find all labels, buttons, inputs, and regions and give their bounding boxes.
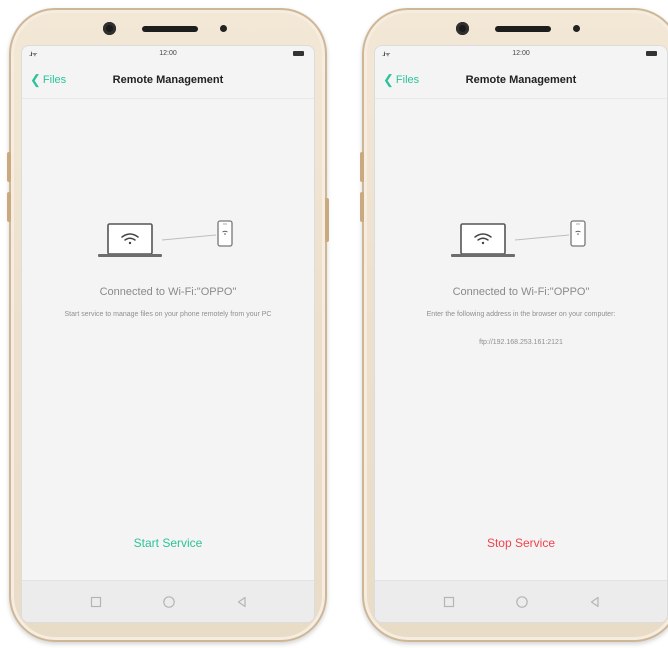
volume-down-button bbox=[360, 192, 364, 222]
nav-bar: ❮ Files Remote Management bbox=[375, 62, 667, 98]
phone-left: ..ıl ᯤ 12:00 ❮ Files Remote Management C… bbox=[7, 8, 329, 642]
back-nav-button[interactable] bbox=[587, 594, 603, 610]
recent-apps-icon bbox=[443, 596, 455, 608]
power-button bbox=[325, 198, 329, 242]
battery-icon bbox=[646, 51, 657, 56]
start-service-button[interactable]: Start Service bbox=[82, 532, 254, 554]
status-time: 12:00 bbox=[159, 50, 177, 57]
home-button[interactable] bbox=[161, 594, 177, 610]
connected-status: Connected to Wi-Fi:"OPPO" bbox=[99, 286, 237, 298]
ftp-address: ftp://192.168.253.161:2121 bbox=[479, 339, 563, 346]
volume-up-button bbox=[7, 152, 11, 182]
service-description: Enter the following address in the brows… bbox=[426, 311, 616, 318]
earpiece-speaker bbox=[495, 26, 551, 32]
home-icon bbox=[516, 596, 528, 608]
phone-right: ..ıl ᯤ 12:00 ❮ Files Remote Management C… bbox=[360, 8, 668, 642]
page-title: Remote Management bbox=[112, 74, 224, 86]
system-navigation-bar bbox=[22, 580, 314, 622]
connection-illustration bbox=[375, 216, 667, 276]
screen: ..ıl ᯤ 12:00 ❮ Files Remote Management C… bbox=[21, 45, 315, 623]
proximity-sensor bbox=[220, 25, 227, 32]
phone-icon bbox=[570, 220, 586, 247]
laptop-icon bbox=[451, 223, 515, 257]
recent-apps-button[interactable] bbox=[441, 594, 457, 610]
front-camera bbox=[103, 22, 116, 35]
front-camera bbox=[456, 22, 469, 35]
stop-service-button[interactable]: Stop Service bbox=[435, 532, 607, 554]
volume-down-button bbox=[7, 192, 11, 222]
back-nav-button[interactable] bbox=[234, 594, 250, 610]
home-icon bbox=[163, 596, 175, 608]
system-navigation-bar bbox=[375, 580, 667, 622]
connection-illustration bbox=[22, 216, 314, 276]
status-bar: ..ıl ᯤ 12:00 bbox=[22, 46, 314, 62]
recent-apps-button[interactable] bbox=[88, 594, 104, 610]
phone-icon bbox=[217, 220, 233, 247]
nav-divider bbox=[375, 98, 667, 99]
volume-up-button bbox=[360, 152, 364, 182]
connected-status: Connected to Wi-Fi:"OPPO" bbox=[452, 286, 590, 298]
back-icon bbox=[237, 596, 246, 608]
home-button[interactable] bbox=[514, 594, 530, 610]
status-time: 12:00 bbox=[512, 50, 530, 57]
nav-divider bbox=[22, 98, 314, 99]
screen: ..ıl ᯤ 12:00 ❮ Files Remote Management C… bbox=[374, 45, 668, 623]
back-icon bbox=[590, 596, 599, 608]
battery-icon bbox=[293, 51, 304, 56]
laptop-icon bbox=[98, 223, 162, 257]
earpiece-speaker bbox=[142, 26, 198, 32]
nav-bar: ❮ Files Remote Management bbox=[22, 62, 314, 98]
laptop-phone-illustration bbox=[98, 220, 233, 257]
laptop-phone-illustration bbox=[451, 220, 586, 257]
recent-apps-icon bbox=[90, 596, 102, 608]
proximity-sensor bbox=[573, 25, 580, 32]
service-description: Start service to manage files on your ph… bbox=[64, 311, 272, 318]
status-bar: ..ıl ᯤ 12:00 bbox=[375, 46, 667, 62]
page-title: Remote Management bbox=[465, 74, 577, 86]
